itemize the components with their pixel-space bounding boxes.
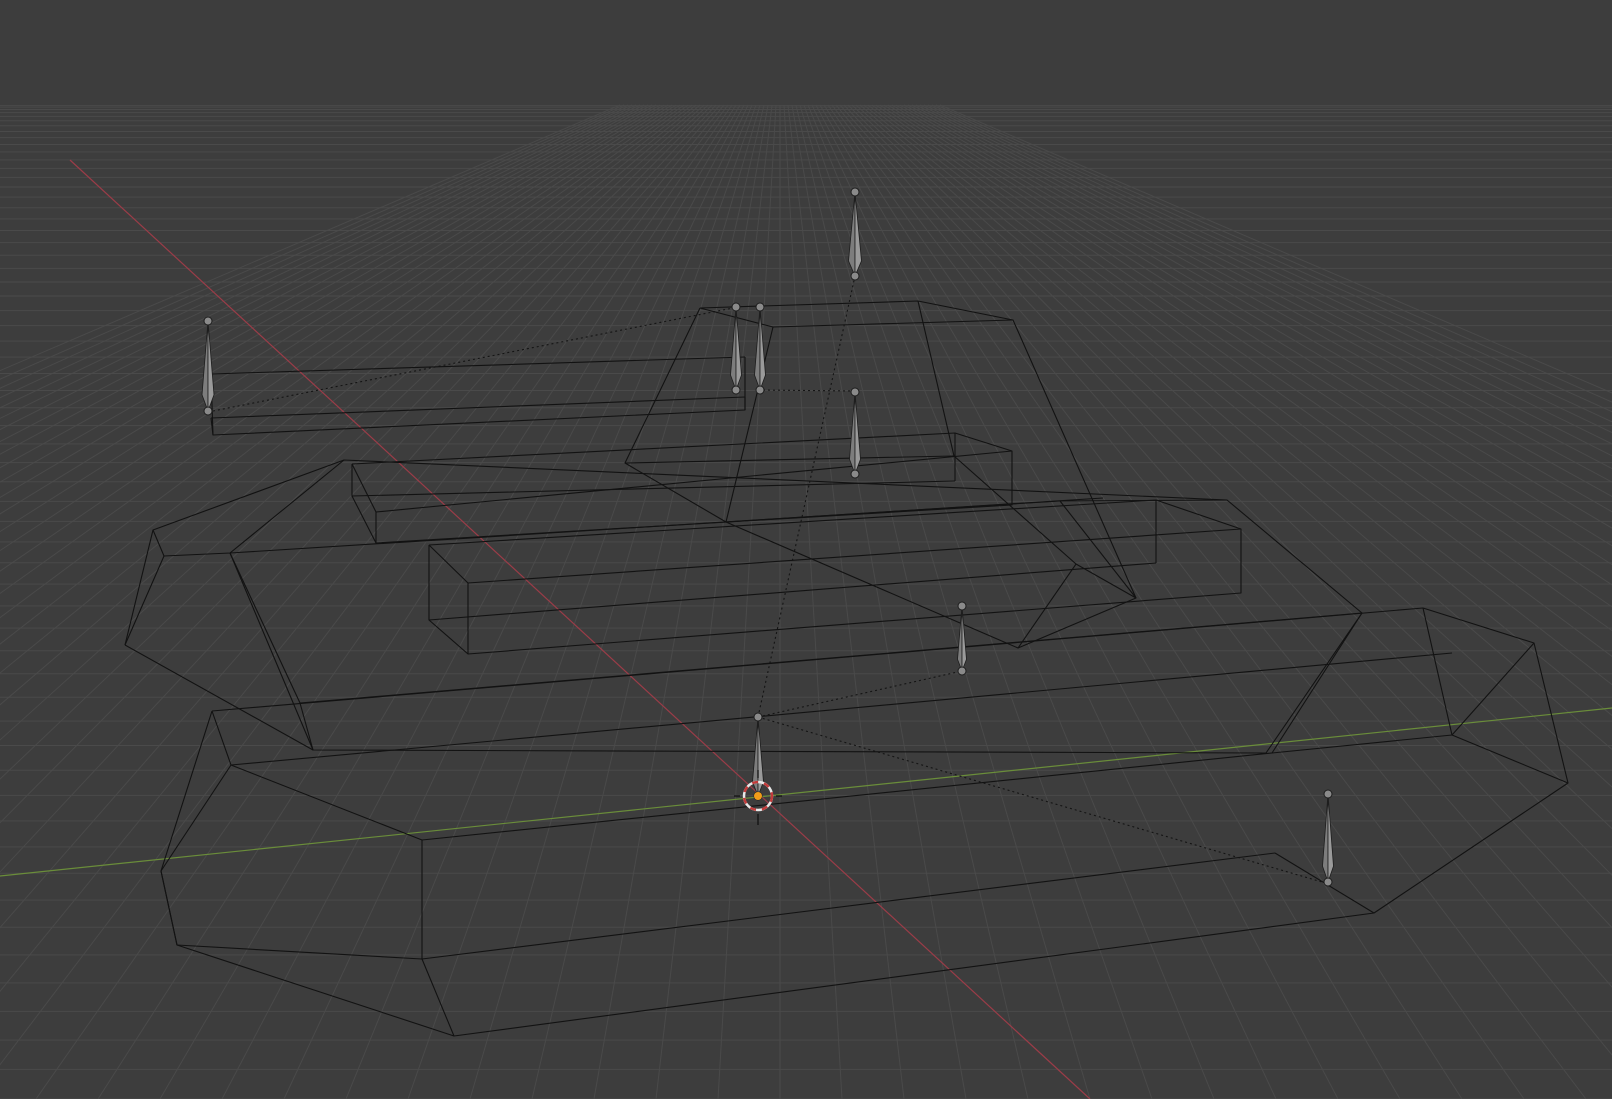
bone-6[interactable]	[957, 601, 967, 676]
upper-hull[interactable]	[124, 459, 1363, 754]
bone-8[interactable]	[1322, 789, 1334, 887]
y-axis-line	[0, 707, 1612, 877]
tank-mesh-wireframe[interactable]	[124, 300, 1569, 1037]
turret[interactable]	[624, 300, 1137, 649]
gun-barrel[interactable]	[210, 356, 746, 436]
object-origin-dot	[754, 792, 762, 800]
bone-7[interactable]	[752, 712, 764, 801]
bone-1[interactable]	[848, 187, 862, 281]
3d-viewport[interactable]	[0, 0, 1612, 1099]
viewport-scene[interactable]	[0, 0, 1612, 1099]
floor-grid	[0, 104, 1612, 1099]
left-fender[interactable]	[351, 432, 1013, 544]
armature-relationship-lines	[212, 275, 1323, 883]
bone-5[interactable]	[849, 387, 861, 479]
